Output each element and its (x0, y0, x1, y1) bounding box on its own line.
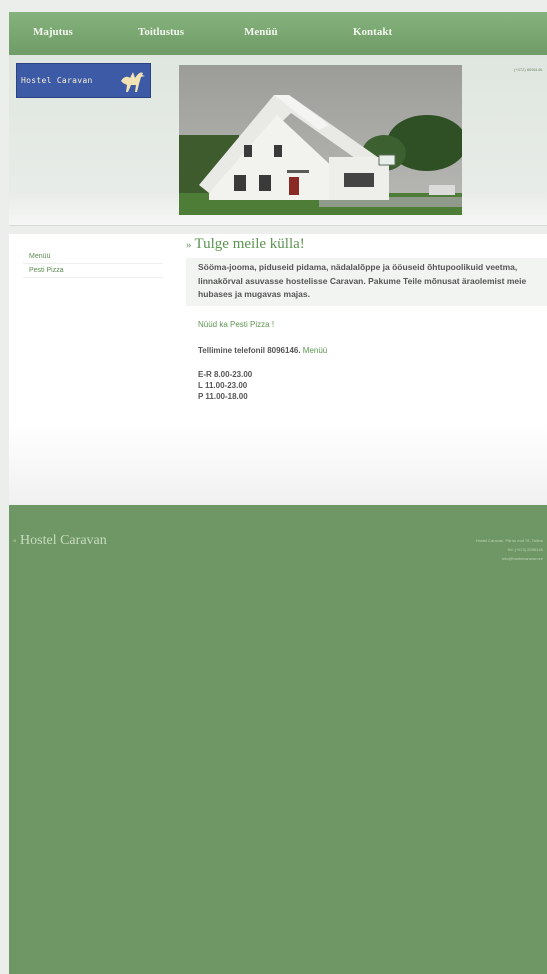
sidebar-item-pesti-pizza[interactable]: Pesti Pizza (23, 264, 163, 278)
footer-email[interactable]: info@hostelcaravan.ee (476, 554, 543, 563)
footer-phone: Tel: (+372) 8096146 (507, 547, 543, 552)
footer-info: Hostel Caravan, Pärnu mnt 76, Tallinn Te… (476, 536, 543, 563)
menuu-link[interactable]: Menüü (303, 346, 327, 355)
main-content: » Tulge meile külla! Sööma-jooma, pidusei… (186, 234, 547, 402)
header: Hostel Caravan (+372) 8096146 (9, 55, 547, 226)
footer: ◦ Hostel Caravan Hostel Caravan, Pärnu m… (9, 505, 547, 974)
top-navigation: Majutus Toitlustus Menüü Kontakt (9, 12, 547, 55)
page: Majutus Toitlustus Menüü Kontakt Hostel … (9, 0, 547, 974)
nav-item-kontakt[interactable]: Kontakt (353, 26, 392, 38)
header-phone: (+372) 8096146 (514, 67, 543, 72)
page-title-text: Tulge meile külla! (194, 236, 305, 252)
nav-item-menuu[interactable]: Menüü (244, 26, 278, 38)
footer-address: Hostel Caravan, Pärnu mnt 76, Tallinn (475, 538, 543, 543)
logo-text: Hostel Caravan (21, 76, 93, 85)
order-text: Tellimine telefonil 8096146. (198, 345, 301, 355)
double-chevron-icon: » (186, 239, 192, 251)
camel-icon (121, 72, 145, 92)
content-panel: Menüü Pesti Pizza » Tulge meile külla! Sö… (9, 234, 547, 504)
sidebar: Menüü Pesti Pizza (23, 250, 163, 278)
nav-item-toitlustus[interactable]: Toitlustus (138, 26, 184, 38)
intro-paragraph: Sööma-jooma, piduseid pidama, nädalalõpp… (186, 258, 547, 306)
nav-item-majutus[interactable]: Majutus (33, 26, 73, 38)
hours-sunday: P 11.00-18.00 (198, 391, 248, 401)
hours-weekdays: E-R 8.00-23.00 (198, 369, 253, 379)
site-logo[interactable]: Hostel Caravan (16, 63, 151, 98)
footer-camel-icon: ◦ (13, 536, 17, 547)
sidebar-item-menuu[interactable]: Menüü (23, 250, 163, 264)
page-title: » Tulge meile külla! (186, 236, 547, 253)
hostel-photo (179, 65, 462, 215)
hours-saturday: L 11.00-23.00 (198, 380, 248, 390)
pizza-paragraph: Nüüd ka Pesti Pizza ! (198, 320, 547, 329)
footer-title-text: Hostel Caravan (20, 533, 107, 548)
order-paragraph: Tellimine telefonil 8096146. Menüü (198, 346, 547, 355)
footer-title: ◦ Hostel Caravan (13, 533, 107, 549)
pesti-pizza-link[interactable]: Nüüd ka Pesti Pizza ! (198, 320, 274, 329)
opening-hours: E-R 8.00-23.00 L 11.00-23.00 P 11.00-18.… (198, 369, 547, 402)
